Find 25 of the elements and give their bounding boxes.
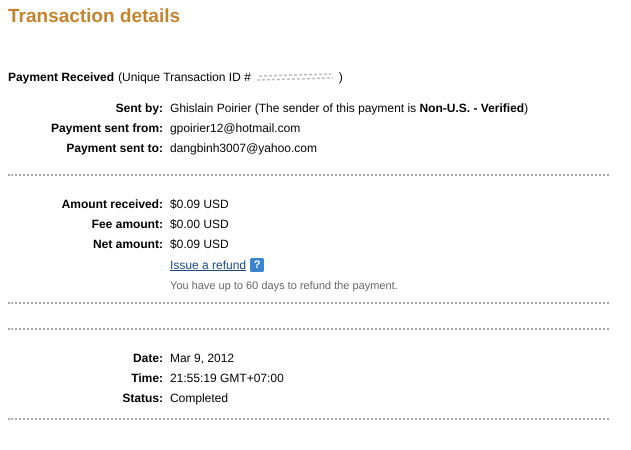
closing-parenthesis: )	[338, 70, 343, 84]
field-value: dangbinh3007@yahoo.com	[170, 141, 318, 155]
field-value: $0.09 USD	[170, 197, 230, 211]
field-value: 21:55:19 GMT+07:00	[170, 371, 285, 385]
field-value: Mar 9, 2012	[170, 351, 236, 365]
field-value: gpoirier12@hotmail.com	[170, 121, 302, 135]
field-value: Ghislain Poirier (The sender of this payment is Non-U.S. - Verified)	[170, 101, 530, 115]
payment-status-label: Payment Received	[8, 70, 114, 84]
help-icon[interactable]: ?	[250, 258, 264, 272]
transaction-id-label: (Unique Transaction ID #	[118, 70, 251, 84]
field-label: Time:	[130, 371, 163, 385]
field-label: Date:	[132, 351, 163, 365]
field-label: Sent by:	[114, 101, 163, 115]
field-value: Completed	[170, 391, 230, 405]
field-label: Payment sent from:	[50, 121, 163, 135]
field-label: Payment sent to:	[65, 141, 163, 155]
page-title: Transaction details	[8, 6, 182, 29]
field-label: Amount received:	[60, 197, 163, 211]
field-value: $0.00 USD	[170, 217, 230, 231]
field-value: $0.09 USD	[170, 237, 230, 251]
refund-note: You have up to 60 days to refund the payment.	[170, 280, 399, 292]
field-label: Status:	[121, 391, 163, 405]
refund-link[interactable]: Issue a refund	[170, 258, 246, 272]
field-label: Net amount:	[92, 237, 163, 251]
field-label: Fee amount:	[90, 217, 163, 231]
